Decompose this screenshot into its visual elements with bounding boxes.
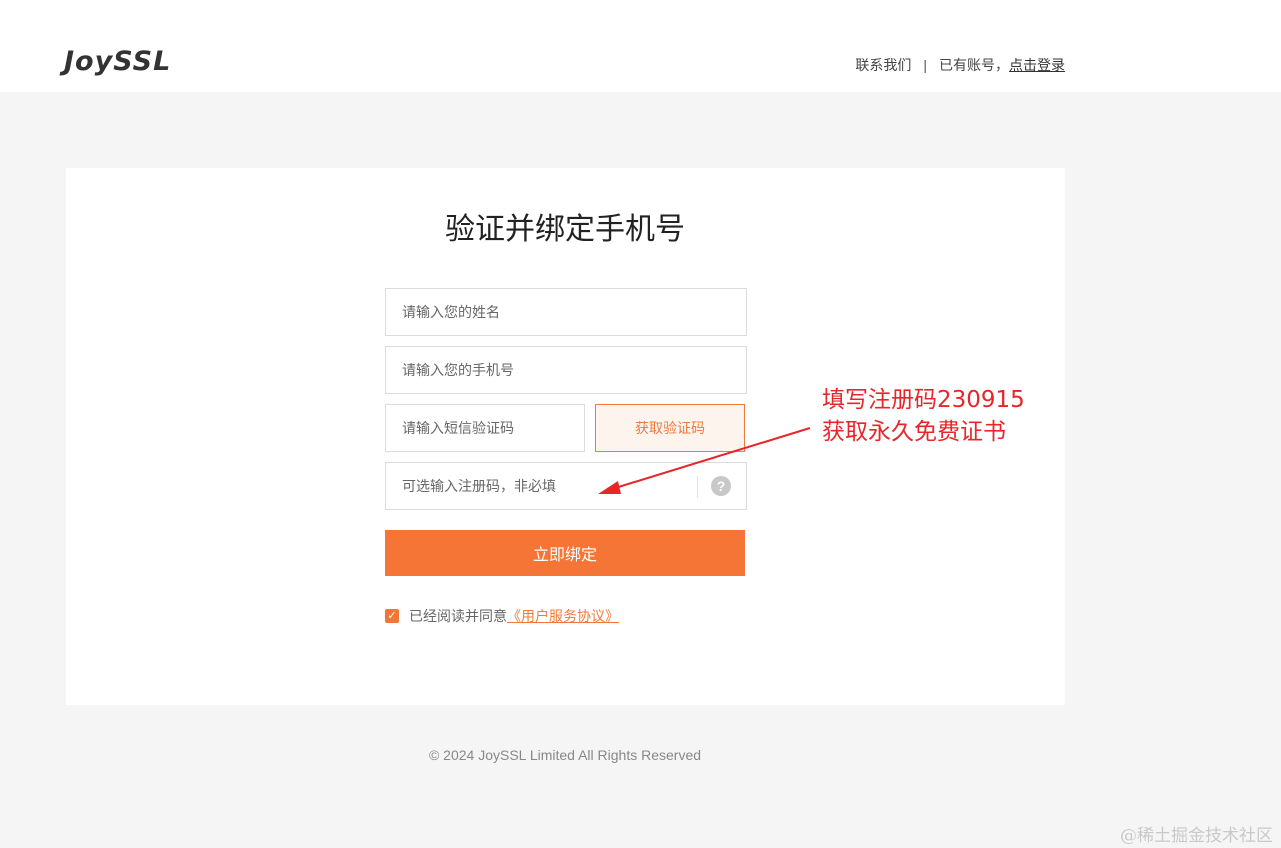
watermark: @稀土掘金技术社区	[1120, 826, 1273, 846]
page-title: 验证并绑定手机号	[445, 213, 685, 246]
copyright-footer: © 2024 JoySSL Limited All Rights Reserve…	[428, 747, 702, 763]
sms-code-input[interactable]: 请输入短信验证码	[385, 404, 585, 452]
registration-code-placeholder: 可选输入注册码，非必填	[402, 478, 556, 494]
phone-placeholder: 请输入您的手机号	[402, 362, 514, 378]
name-placeholder: 请输入您的姓名	[402, 304, 500, 320]
agree-checkbox[interactable]: ✓	[385, 609, 399, 623]
has-account-text: 已有账号，	[939, 57, 1009, 73]
top-nav: 联系我们 | 已有账号，点击登录	[855, 56, 1065, 74]
login-link[interactable]: 点击登录	[1009, 57, 1065, 73]
get-code-button[interactable]: 获取验证码	[595, 404, 745, 452]
contact-us-link[interactable]: 联系我们	[855, 57, 911, 73]
red-annotation: 填写注册码230915 获取永久免费证书	[822, 384, 1025, 448]
agreement-row: ✓ 已经阅读并同意 《用户服务协议》	[385, 607, 619, 625]
annotation-line-1: 填写注册码230915	[822, 387, 1025, 413]
sms-code-placeholder: 请输入短信验证码	[402, 420, 514, 436]
annotation-line-2: 获取永久免费证书	[822, 419, 1006, 445]
user-agreement-link[interactable]: 《用户服务协议》	[507, 607, 619, 625]
help-icon[interactable]: ?	[711, 476, 731, 496]
registration-code-input[interactable]: 可选输入注册码，非必填 ?	[385, 462, 747, 510]
site-header: JoySSL 联系我们 | 已有账号，点击登录	[0, 0, 1281, 92]
nav-separator: |	[923, 57, 927, 73]
name-input[interactable]: 请输入您的姓名	[385, 288, 747, 336]
phone-input[interactable]: 请输入您的手机号	[385, 346, 747, 394]
agree-text: 已经阅读并同意	[409, 608, 507, 624]
field-divider	[697, 476, 698, 498]
joyssl-logo[interactable]: JoySSL	[64, 44, 171, 80]
bind-now-button[interactable]: 立即绑定	[385, 530, 745, 576]
